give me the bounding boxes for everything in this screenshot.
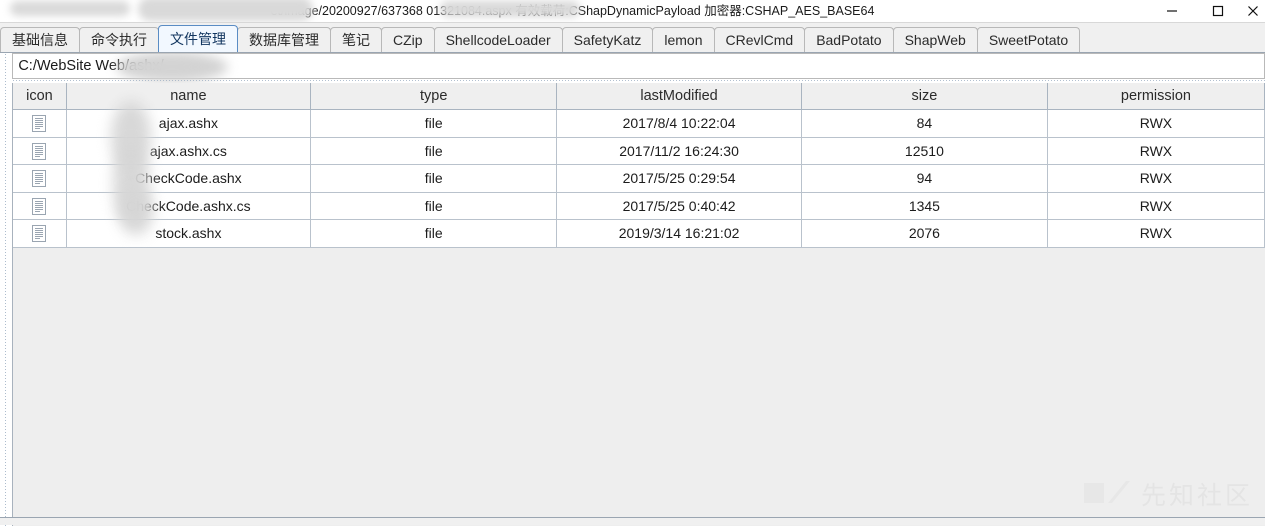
cell-size: 84 [801,110,1047,138]
cell-permission: RWX [1047,110,1264,138]
cell-lastModified: 2017/5/25 0:29:54 [557,165,802,193]
cell-size: 2076 [801,220,1047,248]
cell-lastModified: 2017/11/2 16:24:30 [557,137,802,165]
cell-size: 94 [801,165,1047,193]
tab-2[interactable]: 文件管理 [158,25,238,52]
tab-1[interactable]: 命令执行 [79,27,159,52]
tab-3[interactable]: 数据库管理 [237,27,331,52]
cell-size: 1345 [801,192,1047,220]
title-redaction-3 [440,1,580,17]
tab-10[interactable]: BadPotato [804,27,893,52]
path-bar[interactable]: C:/WebSite Web/ashx/ [12,53,1265,79]
table-row[interactable]: CheckCode.ashxfile2017/5/25 0:29:5494RWX [13,165,1264,193]
cell-name: stock.ashx [66,220,311,248]
cell-type: file [311,165,557,193]
tab-0[interactable]: 基础信息 [0,27,80,52]
cell-name: ajax.ashx.cs [66,137,311,165]
column-header-lastModified[interactable]: lastModified [557,83,802,110]
cell-type: file [311,192,557,220]
cell-permission: RWX [1047,137,1264,165]
cell-permission: RWX [1047,220,1264,248]
cell-type: file [311,137,557,165]
column-header-permission[interactable]: permission [1047,83,1264,110]
status-bar [0,517,1265,525]
cell-lastModified: 2017/5/25 0:40:42 [557,192,802,220]
file-table: iconnametypelastModifiedsizepermission a… [13,83,1265,248]
path-redaction [116,53,228,82]
title-redaction-1 [10,1,130,16]
title-redaction-2 [138,0,313,21]
file-table-container: iconnametypelastModifiedsizepermission a… [12,83,1265,526]
cell-permission: RWX [1047,192,1264,220]
cell-size: 12510 [801,137,1047,165]
table-row[interactable]: CheckCode.ashx.csfile2017/5/25 0:40:4213… [13,192,1264,220]
tab-12[interactable]: SweetPotato [977,27,1080,52]
cell-icon [13,192,66,220]
file-icon [32,143,46,160]
cell-icon [13,110,66,138]
file-table-header-row: iconnametypelastModifiedsizepermission [13,83,1264,110]
file-table-body: ajax.ashxfile2017/8/4 10:22:0484RWXajax.… [13,110,1264,248]
table-row[interactable]: stock.ashxfile2019/3/14 16:21:022076RWX [13,220,1264,248]
table-row[interactable]: ajax.ashxfile2017/8/4 10:22:0484RWX [13,110,1264,138]
file-icon [32,170,46,187]
tab-4[interactable]: 笔记 [330,27,382,52]
pane-splitter[interactable] [0,53,12,526]
cell-icon [13,165,66,193]
tab-bar: 基础信息命令执行文件管理数据库管理笔记CZipShellcodeLoaderSa… [0,23,1265,53]
minimize-icon[interactable] [1149,0,1195,22]
tab-8[interactable]: lemon [652,27,714,52]
tab-5[interactable]: CZip [381,27,435,52]
cell-type: file [311,220,557,248]
cell-icon [13,137,66,165]
cell-icon [13,220,66,248]
file-icon [32,198,46,215]
cell-permission: RWX [1047,165,1264,193]
column-header-type[interactable]: type [311,83,557,110]
tab-9[interactable]: CRevlCmd [714,27,806,52]
cell-name: CheckCode.ashx.cs [66,192,311,220]
tab-11[interactable]: ShapWeb [893,27,978,52]
column-header-size[interactable]: size [801,83,1047,110]
cell-type: file [311,110,557,138]
column-header-icon[interactable]: icon [13,83,66,110]
cell-name: CheckCode.ashx [66,165,311,193]
column-header-name[interactable]: name [66,83,311,110]
file-icon [32,115,46,132]
file-list-pane: C:/WebSite Web/ashx/ iconnametypelastMod… [12,53,1265,526]
window-controls [1149,0,1265,22]
file-icon [32,225,46,242]
cell-name: ajax.ashx [66,110,311,138]
maximize-icon[interactable] [1195,0,1241,22]
close-icon[interactable] [1241,0,1265,22]
work-area: DiskindowsOW64etsrvWedminop_DatahxntPage… [0,53,1265,526]
cell-lastModified: 2017/8/4 10:22:04 [557,110,802,138]
tab-7[interactable]: SafetyKatz [562,27,654,52]
cell-lastModified: 2019/3/14 16:21:02 [557,220,802,248]
table-row[interactable]: ajax.ashx.csfile2017/11/2 16:24:3012510R… [13,137,1264,165]
tab-6[interactable]: ShellcodeLoader [434,27,563,52]
title-bar: et/image/20200927/637368 01321084.aspx 有… [0,0,1265,23]
